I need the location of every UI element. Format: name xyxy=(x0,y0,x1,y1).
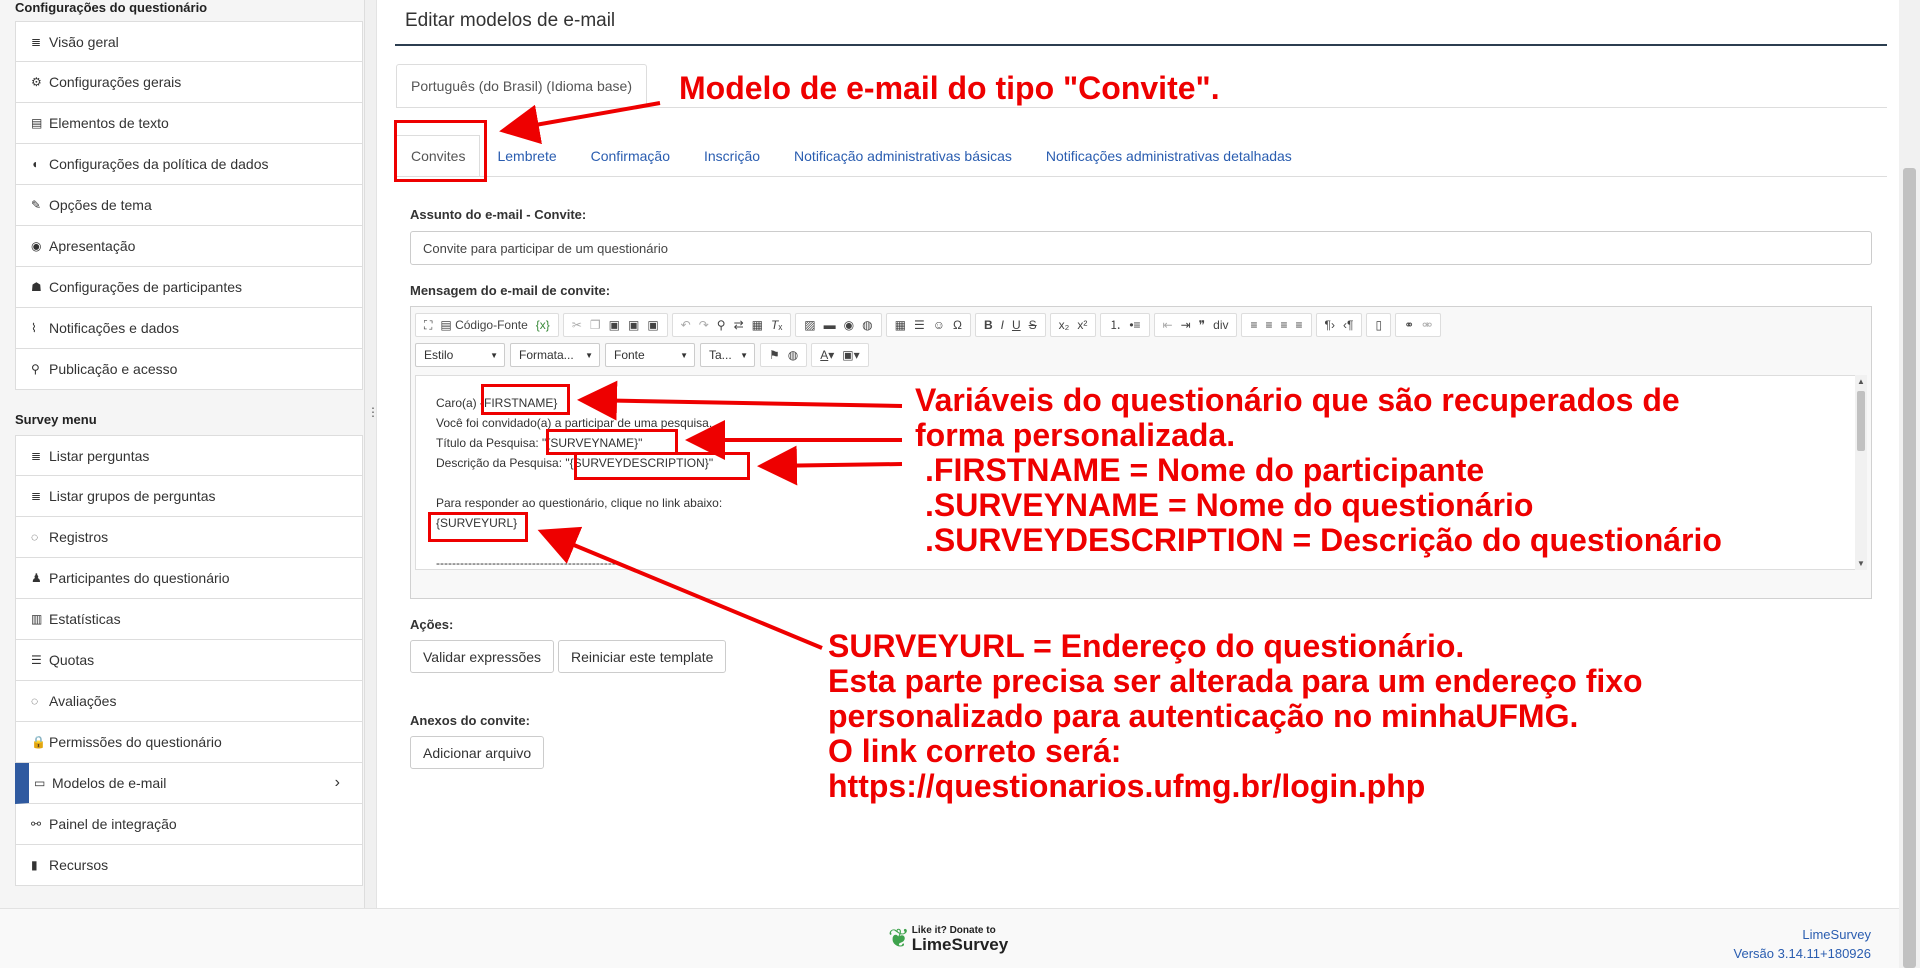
annotation-url-line1: SURVEYURL = Endereço do questionário. xyxy=(828,628,1465,664)
page-scrollbar[interactable] xyxy=(1899,0,1920,968)
annotation-url-line3: personalizado para autenticação no minha… xyxy=(828,698,1579,734)
arrow-to-convites-tab xyxy=(499,101,661,145)
annotation-vars-line2: forma personalizada. xyxy=(915,417,1236,453)
donate-brand: LimeSurvey xyxy=(911,934,1009,954)
footer: ❦ Like it? Donate to LimeSurvey LimeSurv… xyxy=(0,908,1920,968)
donate-text: Like it? Donate to xyxy=(911,924,996,936)
version-info: LimeSurvey Versão 3.14.11+180926 xyxy=(1734,925,1871,963)
arrow-to-surveydescription xyxy=(757,445,903,486)
annotation-vars-line5: .SURVEYDESCRIPTION = Descrição do questi… xyxy=(925,522,1722,558)
lime-leaf-icon: ❦ xyxy=(888,923,910,953)
donate-logo[interactable]: ❦ Like it? Donate to LimeSurvey xyxy=(888,923,1008,954)
annotation-url-line2: Esta parte precisa ser alterada para um … xyxy=(828,663,1643,699)
annotation-vars-line4: .SURVEYNAME = Nome do questionário xyxy=(925,487,1534,523)
annotation-tab-note: Modelo de e-mail do tipo "Convite". xyxy=(679,70,1220,106)
brand-link[interactable]: LimeSurvey xyxy=(1734,925,1871,944)
version-text: Versão 3.14.11+180926 xyxy=(1733,946,1871,961)
arrow-to-surveyurl xyxy=(537,526,823,650)
annotation-url-line5: https://questionarios.ufmg.br/login.php xyxy=(828,768,1426,804)
annotation-vars-line3: .FIRSTNAME = Nome do participante xyxy=(925,452,1485,488)
arrow-to-firstname xyxy=(577,380,903,421)
annotation-vars-line1: Variáveis do questionário que são recupe… xyxy=(915,382,1680,418)
annotation-url-line4: O link correto será: xyxy=(828,733,1122,769)
